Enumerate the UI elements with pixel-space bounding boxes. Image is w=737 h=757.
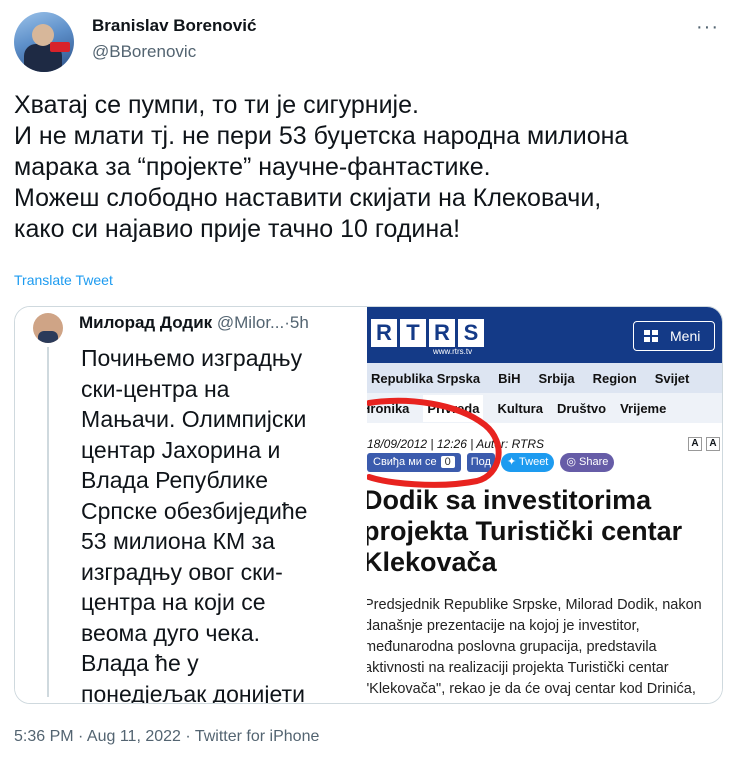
rtrs-nav-top: Republika Srpska BiH Srbija Region Svije… — [367, 363, 722, 393]
tweet-line: И не млати тј. не пери 53 буџетска народ… — [14, 122, 629, 150]
share-row: Свиђа ми се 0 Под ✦ Tweet ◎ Share — [367, 453, 615, 472]
nav-item: Društvo — [556, 400, 607, 416]
quoted-name: Милорад Додик — [79, 313, 213, 332]
avatar-logo — [50, 42, 70, 52]
headline-line: Dodik sa investitorima — [367, 485, 652, 515]
nav-item: Republika Srpska — [371, 370, 481, 386]
viber-share-button: ◎ Share — [560, 453, 615, 472]
quoted-line: ски-центра на — [81, 375, 230, 402]
tweet-line: Хватај се пумпи, то ти је сигурније. — [14, 91, 419, 119]
body-line: današnje prezentacije na kojoj je invest… — [367, 618, 640, 634]
logo-letter: R — [371, 319, 397, 347]
article-headline: Dodik sa investitorima projekta Turistič… — [367, 485, 722, 578]
font-size-controls: A A — [688, 437, 720, 451]
rtrs-site-url: www.rtrs.tv — [433, 347, 473, 356]
viber-icon: ◎ — [566, 456, 580, 468]
article-body: Predsjednik Republike Srpske, Milorad Do… — [367, 595, 722, 700]
quoted-line: центра на који се — [81, 589, 266, 615]
quoted-age: ·5h — [284, 313, 309, 332]
tweet-text: Хватај се пумпи, то ти је сигурније. И н… — [14, 90, 724, 245]
translate-tweet-link[interactable]: Translate Tweet — [14, 272, 113, 288]
facebook-like-button: Свиђа ми се 0 — [367, 453, 461, 472]
quoted-tweet-screenshot: Милорад Додик @Milor...·5h Почињемо изгр… — [15, 307, 365, 704]
quoted-line: понедјељак донијети — [81, 680, 305, 704]
grid-icon — [644, 330, 658, 342]
tweet-line: како си најавио прије тачно 10 година! — [14, 215, 461, 243]
quoted-line: центар Јахорина и — [81, 436, 281, 463]
share-button-partial: Под — [466, 453, 495, 472]
quoted-line: Влада Републике — [81, 467, 269, 493]
body-line: Predsjednik Republike Srpske, Milorad Do… — [367, 597, 702, 613]
rtrs-header: R T R S www.rtrs.tv Meni — [367, 307, 722, 363]
bird-icon: ✦ — [506, 456, 520, 468]
viber-label: Share — [579, 456, 609, 468]
quoted-header: Милорад Додик @Milor...·5h — [79, 313, 309, 333]
quoted-line: Мањачи. Олимпијски — [81, 406, 307, 432]
font-size-button: A — [706, 437, 720, 451]
thread-line — [47, 347, 49, 697]
nav-item: Region — [592, 370, 637, 386]
article-dateline: 18/09/2012 | 12:26 | Autor: RTRS — [367, 437, 545, 451]
tweet-line: марака за “пројекте” научне-фантастике. — [14, 153, 491, 181]
quoted-line: Почињемо изградњу — [81, 345, 303, 371]
attached-image[interactable]: Милорад Додик @Milor...·5h Почињемо изгр… — [14, 306, 723, 704]
quoted-line: изградњу овог ски- — [81, 558, 283, 585]
nav-item: Vrijeme — [620, 400, 667, 416]
body-line: međunarodna poslovna grupacija, predstav… — [367, 639, 657, 655]
quoted-text: Почињемо изградњу ски-центра на Мањачи. … — [81, 343, 308, 704]
quoted-handle: @Milor... — [216, 313, 285, 332]
more-options-icon[interactable]: ··· — [696, 16, 719, 39]
quoted-line: 53 милиона КМ за — [81, 528, 275, 554]
tweet-timestamp[interactable]: 5:36 PM · Aug 11, 2022 · Twitter for iPh… — [14, 728, 319, 746]
nav-item: BiH — [498, 370, 521, 386]
menu-label: Meni — [670, 328, 701, 344]
headline-line: projekta Turistički centar — [367, 516, 683, 546]
like-label: Свиђа ми се — [373, 456, 437, 468]
logo-letter: R — [429, 319, 455, 347]
author-handle[interactable]: @BBorenovic — [92, 42, 196, 62]
nav-item-active: Privreda — [423, 394, 484, 422]
logo-letter: T — [400, 319, 426, 347]
nav-item: Hronika — [367, 400, 410, 416]
like-count: 0 — [440, 456, 455, 468]
rtrs-nav-bottom: Hronika Privreda Kultura Društvo Vrijeme — [367, 393, 722, 423]
nav-item: Svijet — [654, 370, 690, 386]
rtrs-logo: R T R S — [371, 319, 484, 347]
quoted-avatar — [33, 313, 63, 343]
tweet-line: Можеш слободно наставити скијати на Клек… — [14, 184, 602, 212]
logo-letter: S — [458, 319, 484, 347]
font-size-button: A — [688, 437, 702, 451]
author-avatar[interactable] — [14, 12, 74, 72]
nav-item: Srbija — [538, 370, 575, 386]
quoted-line: Влада ће у — [81, 650, 199, 676]
quoted-line: веома дуго чека. — [81, 619, 261, 646]
headline-line: Klekovača — [367, 547, 497, 577]
quoted-line: Српске обезбиједиће — [81, 497, 308, 524]
body-line: aktivnosti na realizaciji projekta Turis… — [367, 660, 669, 676]
author-name[interactable]: Branislav Borenović — [92, 16, 256, 36]
rtrs-article-screenshot: R T R S www.rtrs.tv Meni Republika Srpsk… — [367, 307, 722, 703]
body-line: "Klekovača", rekao je da će ovaj centar … — [367, 681, 696, 697]
tweet-label: Tweet — [519, 456, 549, 468]
menu-button: Meni — [633, 321, 715, 351]
nav-item: Kultura — [497, 400, 543, 416]
tweet-button: ✦ Tweet — [500, 453, 555, 472]
